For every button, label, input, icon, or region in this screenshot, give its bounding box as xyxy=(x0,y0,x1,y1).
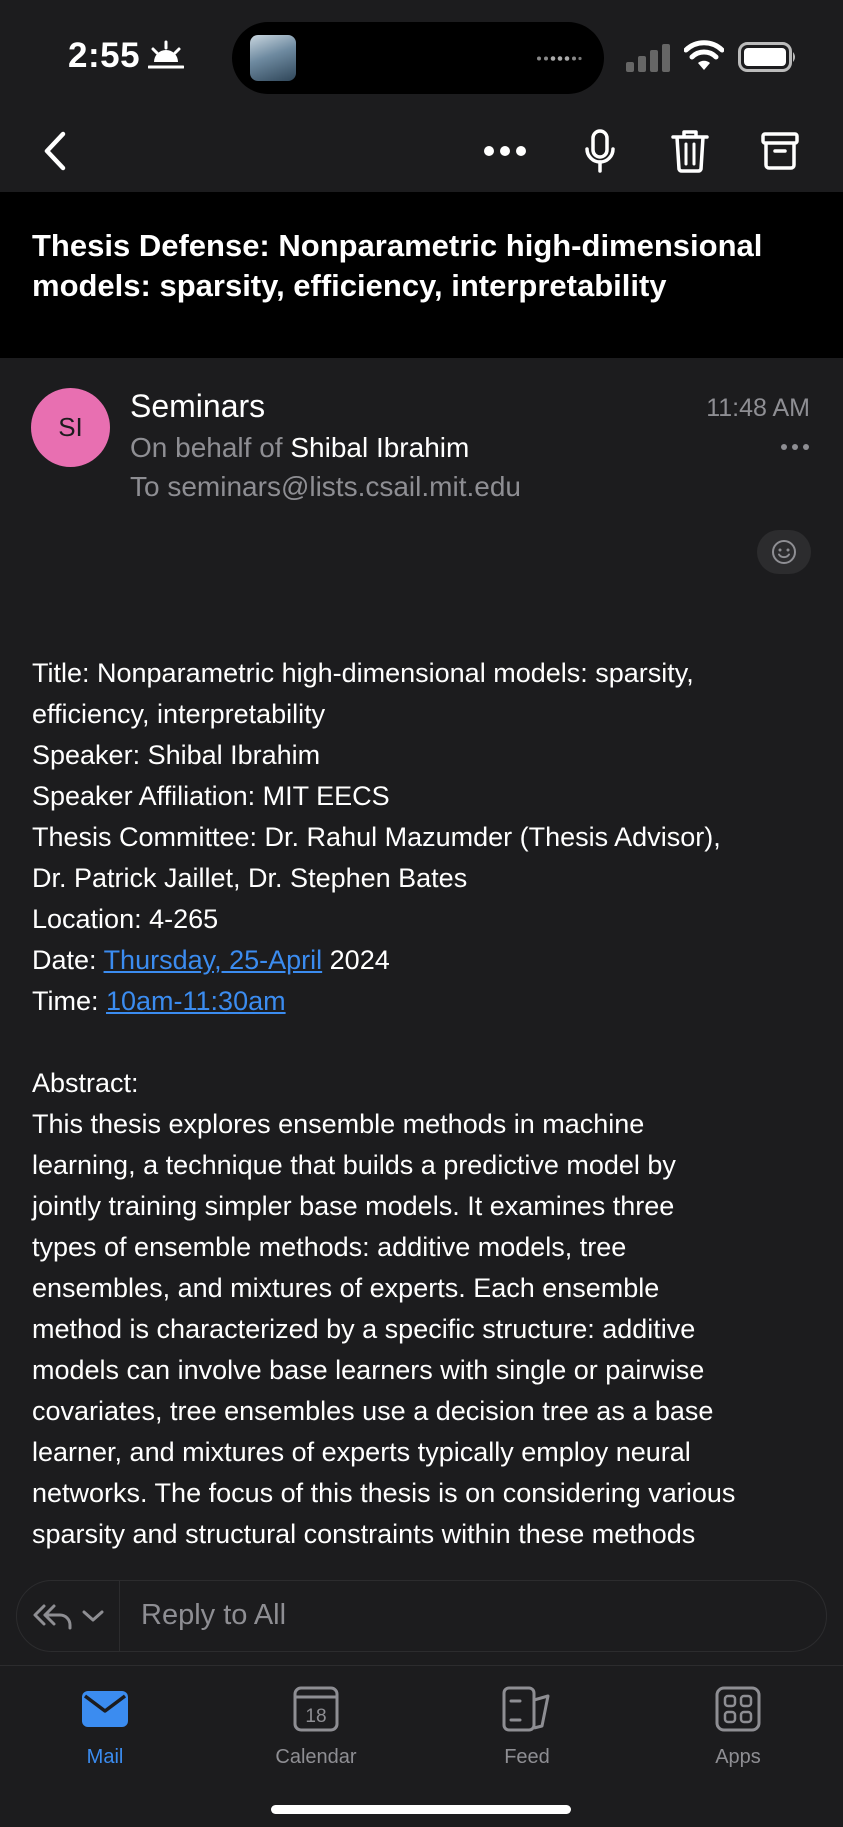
sender-name[interactable]: Seminars xyxy=(130,388,265,425)
message-view[interactable]: SI Seminars 11:48 AM On behalf of Shibal… xyxy=(0,358,843,1578)
abstract-line: ensembles, and mixtures of experts. Each… xyxy=(32,1273,660,1303)
abstract-heading: Abstract: xyxy=(32,1068,139,1098)
trash-icon xyxy=(671,130,709,173)
battery-icon xyxy=(738,42,795,72)
tab-label: Mail xyxy=(86,1746,124,1768)
received-time: 11:48 AM xyxy=(706,394,810,422)
email-toolbar xyxy=(0,110,843,192)
apps-grid-icon xyxy=(715,1686,761,1732)
body-date: Date: Thursday, 25-April 2024 xyxy=(32,940,822,981)
abstract-line: models can involve base learners with si… xyxy=(32,1355,705,1385)
calendar-icon: 18 xyxy=(293,1686,339,1732)
on-behalf-line: On behalf of Shibal Ibrahim xyxy=(130,432,469,464)
abstract-line: method is characterized by a specific st… xyxy=(32,1314,696,1344)
microphone-icon xyxy=(585,129,615,173)
tab-feed[interactable]: Feed xyxy=(457,1680,597,1780)
avatar[interactable]: SI xyxy=(31,388,110,467)
email-body: Title: Nonparametric high-dimensional mo… xyxy=(32,653,822,1555)
dictation-button[interactable] xyxy=(575,126,625,176)
cellular-signal-icon xyxy=(626,44,670,72)
abstract-line: sparsity and structural constraints with… xyxy=(32,1519,696,1549)
body-title-line: Title: Nonparametric high-dimensional mo… xyxy=(32,658,694,688)
sunrise-icon xyxy=(148,40,184,69)
recipient-line[interactable]: To seminars@lists.csail.mit.edu xyxy=(130,471,521,503)
abstract-line: learning, a technique that builds a pred… xyxy=(32,1150,676,1180)
tab-label: Calendar xyxy=(275,1746,357,1768)
date-label: Date: xyxy=(32,945,104,975)
chevron-left-icon xyxy=(44,131,66,171)
bottom-tab-bar: Mail 18 Calendar Feed Apps xyxy=(0,1665,843,1827)
smiley-icon xyxy=(772,540,796,564)
time-label: Time: xyxy=(32,986,106,1016)
abstract-line: This thesis explores ensemble methods in… xyxy=(32,1109,645,1139)
avatar-initials: SI xyxy=(58,412,83,442)
body-location: Location: 4-265 xyxy=(32,904,219,934)
back-button[interactable] xyxy=(30,126,80,176)
delete-button[interactable] xyxy=(665,126,715,176)
more-horizontal-icon xyxy=(484,146,526,156)
reply-all-icon xyxy=(33,1604,72,1630)
wifi-icon xyxy=(684,40,724,70)
reply-input[interactable]: Reply to All xyxy=(141,1599,286,1632)
date-link[interactable]: Thursday, 25-April xyxy=(104,945,323,975)
on-behalf-prefix: On behalf of xyxy=(130,432,283,463)
body-title-line: efficiency, interpretability xyxy=(32,699,326,729)
audio-waveform-icon xyxy=(537,56,582,61)
abstract-line: learner, and mixtures of experts typical… xyxy=(32,1437,691,1467)
now-playing-thumbnail xyxy=(250,35,296,81)
on-behalf-name[interactable]: Shibal Ibrahim xyxy=(290,432,469,463)
tab-label: Apps xyxy=(715,1746,761,1768)
body-time: Time: 10am-11:30am xyxy=(32,981,822,1022)
feed-icon xyxy=(502,1686,550,1732)
abstract-line: networks. The focus of this thesis is on… xyxy=(32,1478,736,1508)
status-bar: 2:55 xyxy=(0,0,843,110)
message-more-icon[interactable] xyxy=(780,442,810,452)
tab-label: Feed xyxy=(504,1746,550,1768)
abstract-line: jointly training simpler base models. It… xyxy=(32,1191,675,1221)
date-year: 2024 xyxy=(322,945,390,975)
email-subject: Thesis Defense: Nonparametric high-dimen… xyxy=(32,228,763,303)
home-indicator[interactable] xyxy=(271,1805,571,1814)
body-affiliation: Speaker Affiliation: MIT EECS xyxy=(32,781,390,811)
status-time: 2:55 xyxy=(68,36,141,75)
body-speaker: Speaker: Shibal Ibrahim xyxy=(32,740,321,770)
subject-header: Thesis Defense: Nonparametric high-dimen… xyxy=(0,192,843,358)
reply-bar: Reply to All xyxy=(16,1580,827,1652)
tab-calendar[interactable]: 18 Calendar xyxy=(246,1680,386,1780)
time-link[interactable]: 10am-11:30am xyxy=(106,986,286,1016)
mail-icon xyxy=(82,1691,128,1727)
archive-icon xyxy=(761,132,799,170)
add-reaction-button[interactable] xyxy=(757,530,811,574)
body-committee: Dr. Patrick Jaillet, Dr. Stephen Bates xyxy=(32,863,468,893)
abstract-line: types of ensemble methods: additive mode… xyxy=(32,1232,627,1262)
reply-mode-selector[interactable] xyxy=(17,1581,120,1651)
calendar-day: 18 xyxy=(305,1706,326,1727)
tab-apps[interactable]: Apps xyxy=(668,1680,808,1780)
chevron-down-icon xyxy=(82,1610,104,1622)
dynamic-island xyxy=(232,22,604,94)
more-actions-button[interactable] xyxy=(480,126,530,176)
tab-mail[interactable]: Mail xyxy=(35,1680,175,1780)
body-committee: Thesis Committee: Dr. Rahul Mazumder (Th… xyxy=(32,822,721,852)
abstract-line: covariates, tree ensembles use a decisio… xyxy=(32,1396,714,1426)
archive-button[interactable] xyxy=(755,126,805,176)
